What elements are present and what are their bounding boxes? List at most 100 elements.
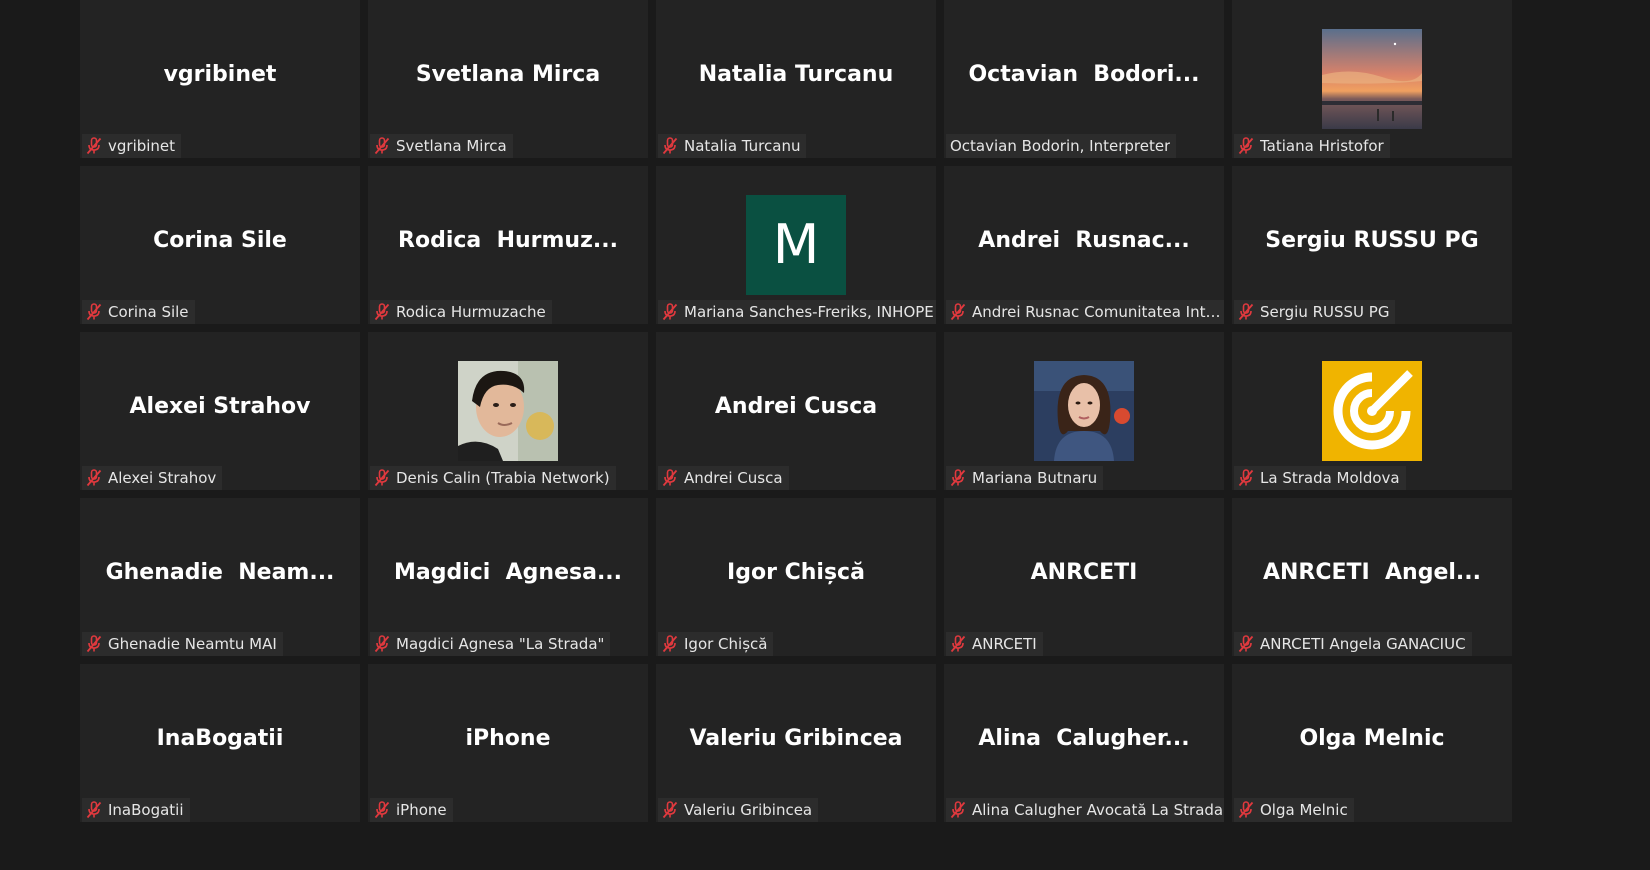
participant-display-name: iPhone [465,726,551,751]
participant-tile[interactable]: vgribinet vgribinet [80,0,360,158]
muted-mic-icon [950,303,966,321]
participant-tile[interactable]: Tatiana Hristofor [1232,0,1512,158]
participant-tile[interactable]: Olga Melnic Olga Melnic [1232,664,1512,822]
participant-name: Magdici Agnesa "La Strada" [396,635,605,653]
participant-display-name: vgribinet [163,62,277,87]
participant-tile[interactable]: Andrei Rusnac... Andrei Rusnac Comunitate… [944,166,1224,324]
participant-name-label: Mariana Sanches-Freriks, INHOPE [658,300,936,324]
participant-name-label: Andrei Rusnac Comunitatea Intern... [946,300,1224,324]
participant-tile[interactable]: ANRCETI Angel... ANRCETI Angela GANACIUC [1232,498,1512,656]
participant-tile[interactable]: Magdici Agnesa... Magdici Agnesa "La Stra… [368,498,648,656]
participant-name: Alina Calugher Avocată La Strada [972,801,1224,819]
participant-name: Mariana Sanches-Freriks, INHOPE [684,303,934,321]
muted-mic-icon [950,469,966,487]
avatar: M [746,195,846,295]
muted-mic-icon [374,137,390,155]
participant-name: La Strada Moldova [1260,469,1400,487]
muted-mic-icon [374,469,390,487]
muted-mic-icon [662,801,678,819]
participant-display-name: InaBogatii [156,726,284,751]
participant-name-label: ANRCETI [946,632,1043,656]
participant-tile[interactable]: Alexei Strahov Alexei Strahov [80,332,360,490]
participant-name: Svetlana Mirca [396,137,507,155]
la-strada-logo-icon [1322,361,1422,461]
participant-gallery: vgribinet vgribinet Svetlana Mirca Svetlana… [80,0,1512,822]
participant-name-label: Denis Calin (Trabia Network) [370,466,616,490]
participant-tile[interactable]: Octavian Bodori... Octavian Bodorin, Inte… [944,0,1224,158]
participant-tile[interactable]: M Mariana Sanches-Freriks, INHOPE [656,166,936,324]
muted-mic-icon [1238,303,1254,321]
participant-name: ANRCETI Angela GANACIUC [1260,635,1466,653]
muted-mic-icon [86,469,102,487]
muted-mic-icon [662,137,678,155]
muted-mic-icon [662,635,678,653]
participant-name-label: Natalia Turcanu [658,134,807,158]
participant-tile[interactable]: Natalia Turcanu Natalia Turcanu [656,0,936,158]
participant-display-name: ANRCETI Angel... [1262,560,1482,585]
muted-mic-icon [374,801,390,819]
participant-name: Octavian Bodorin, Interpreter [950,137,1171,155]
participant-display-name: Octavian Bodori... [968,62,1200,87]
participant-name-label: Alina Calugher Avocată La Strada [946,798,1224,822]
participant-display-name: Magdici Agnesa... [393,560,623,585]
avatar-letter: M [746,195,846,295]
muted-mic-icon [950,801,966,819]
participant-name: Tatiana Hristofor [1260,137,1384,155]
muted-mic-icon [86,303,102,321]
participant-display-name: Valeriu Gribincea [689,726,903,751]
participant-name-label: Octavian Bodorin, Interpreter [946,134,1177,158]
participant-tile[interactable]: Corina Sile Corina Sile [80,166,360,324]
muted-mic-icon [1238,801,1254,819]
participant-tile[interactable]: La Strada Moldova [1232,332,1512,490]
participant-name-label: vgribinet [82,134,182,158]
participant-tile[interactable]: Svetlana Mirca Svetlana Mirca [368,0,648,158]
participant-display-name: Natalia Turcanu [698,62,894,87]
participant-name: InaBogatii [108,801,184,819]
muted-mic-icon [86,635,102,653]
participant-tile[interactable]: Alina Calugher... Alina Calugher Avocată … [944,664,1224,822]
participant-name: Denis Calin (Trabia Network) [396,469,610,487]
muted-mic-icon [1238,635,1254,653]
participant-tile[interactable]: Mariana Butnaru [944,332,1224,490]
participant-name: Valeriu Gribincea [684,801,813,819]
woman-photo-icon [1034,361,1134,461]
participant-name: Rodica Hurmuzache [396,303,546,321]
participant-tile[interactable]: iPhone iPhone [368,664,648,822]
participant-name: Mariana Butnaru [972,469,1098,487]
participant-tile[interactable]: Sergiu RUSSU PG Sergiu RUSSU PG [1232,166,1512,324]
participant-display-name: Olga Melnic [1299,726,1445,751]
participant-name: Andrei Cusca [684,469,783,487]
muted-mic-icon [1238,137,1254,155]
muted-mic-icon [86,801,102,819]
participant-name-label: Mariana Butnaru [946,466,1104,490]
participant-tile[interactable]: Igor Chișcă Igor Chișcă [656,498,936,656]
participant-display-name: Corina Sile [153,228,287,253]
participant-tile[interactable]: InaBogatii InaBogatii [80,664,360,822]
participant-tile[interactable]: ANRCETI ANRCETI [944,498,1224,656]
participant-name-label: ANRCETI Angela GANACIUC [1234,632,1472,656]
participant-tile[interactable]: Denis Calin (Trabia Network) [368,332,648,490]
participant-name: Andrei Rusnac Comunitatea Intern... [972,303,1224,321]
participant-tile[interactable]: Andrei Cusca Andrei Cusca [656,332,936,490]
muted-mic-icon [662,303,678,321]
participant-name: Sergiu RUSSU PG [1260,303,1390,321]
participant-tile[interactable]: Rodica Hurmuz... Rodica Hurmuzache [368,166,648,324]
participant-name-label: Igor Chișcă [658,632,774,656]
participant-name-label: iPhone [370,798,453,822]
avatar [1322,29,1422,129]
muted-mic-icon [1238,469,1254,487]
participant-name: vgribinet [108,137,176,155]
participant-name: Natalia Turcanu [684,137,801,155]
avatar [1034,361,1134,461]
participant-name: iPhone [396,801,447,819]
muted-mic-icon [374,635,390,653]
participant-tile[interactable]: Ghenadie Neam... Ghenadie Neamtu MAI [80,498,360,656]
avatar [1322,361,1422,461]
participant-display-name: Alina Calugher... [978,726,1190,751]
participant-name-label: Valeriu Gribincea [658,798,819,822]
participant-tile[interactable]: Valeriu Gribincea Valeriu Gribincea [656,664,936,822]
participant-name-label: InaBogatii [82,798,190,822]
participant-display-name: Alexei Strahov [129,394,311,419]
man-photo-icon [458,361,558,461]
participant-name-label: Sergiu RUSSU PG [1234,300,1396,324]
